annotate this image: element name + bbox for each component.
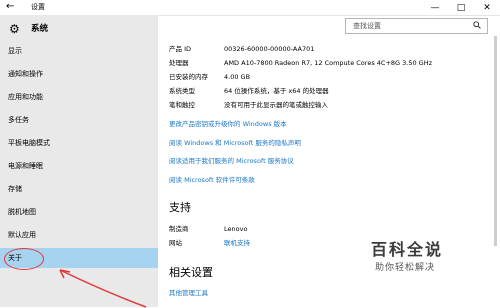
info-row-memory: 已安装的内存 4.00 GB [169, 73, 250, 82]
sidebar-item-multitasking[interactable]: 多任务 [0, 110, 158, 130]
info-value: 64 位操作系统，基于 x64 的处理器 [224, 87, 329, 95]
sidebar-item-label: 脱机地图 [8, 208, 36, 216]
title-bar: ← 设置 — □ ✕ [0, 0, 500, 16]
link-license-terms[interactable]: 阅读 Microsoft 软件许可条款 [169, 176, 255, 185]
minimize-button[interactable]: — [422, 0, 448, 15]
about-content: 产品 ID 00326-60000-00000-AA701 处理器 AMD A10-… [158, 35, 500, 307]
back-arrow-icon[interactable]: ← [6, 1, 14, 13]
sidebar-item-label: 应用和功能 [8, 93, 43, 101]
window-title: 设置 [31, 3, 45, 11]
search-placeholder: 查找设置 [353, 22, 381, 30]
info-label: 笔和触控 [169, 101, 195, 109]
sidebar-item-power-sleep[interactable]: 电源和睡眠 [0, 156, 158, 176]
info-label: 已安装的内存 [169, 73, 208, 81]
sidebar-title: 系统 [31, 24, 49, 34]
sidebar-item-label: 存储 [8, 185, 22, 193]
info-row-product-id: 产品 ID 00326-60000-00000-AA701 [169, 45, 314, 54]
window-controls: — □ ✕ [422, 0, 500, 15]
support-label: 制造商 [169, 225, 189, 233]
sidebar-item-label: 默认应用 [8, 231, 36, 239]
sidebar-item-tablet-mode[interactable]: 平板电脑模式 [0, 133, 158, 153]
support-link-online[interactable]: 联机支持 [224, 239, 250, 247]
link-change-product-key[interactable]: 更改产品密钥或升级你的 Windows 版本 [169, 120, 287, 129]
sidebar-item-default-apps[interactable]: 默认应用 [0, 225, 158, 245]
info-label: 处理器 [169, 59, 189, 67]
gear-icon: ⚙ [9, 22, 20, 36]
support-heading: 支持 [169, 201, 191, 214]
sidebar-item-label: 显示 [8, 47, 22, 55]
link-services-agreement[interactable]: 阅读适用于我们服务的 Microsoft 服务协议 [169, 157, 294, 166]
close-button[interactable]: ✕ [474, 0, 500, 15]
sidebar-item-notifications[interactable]: 通知和操作 [0, 64, 158, 84]
sidebar-item-display[interactable]: 显示 [0, 41, 158, 61]
sidebar-item-label: 平板电脑模式 [8, 139, 50, 147]
annotation-arrow-icon [59, 269, 147, 308]
search-input[interactable]: 查找设置 [345, 18, 488, 34]
link-admin-tools[interactable]: 其他管理工具 [169, 289, 208, 298]
watermark-logo: 百科全说 [371, 240, 444, 259]
search-icon [473, 21, 481, 29]
info-value: 4.00 GB [224, 73, 251, 81]
support-row-website: 网站 联机支持 [169, 239, 250, 248]
maximize-button[interactable]: □ [448, 0, 474, 15]
support-row-manufacturer: 制造商 Lenovo [169, 225, 247, 234]
info-value: AMD A10-7800 Radeon R7, 12 Compute Cores… [224, 59, 432, 67]
sidebar-item-storage[interactable]: 存储 [0, 179, 158, 199]
info-row-processor: 处理器 AMD A10-7800 Radeon R7, 12 Compute Co… [169, 59, 432, 68]
support-label: 网站 [169, 239, 182, 247]
info-row-pen-touch: 笔和触控 没有可用于此显示器的笔或触控输入 [169, 101, 328, 110]
related-settings-heading: 相关设置 [169, 266, 213, 279]
sidebar-item-offline-maps[interactable]: 脱机地图 [0, 202, 158, 222]
sidebar-item-label: 通知和操作 [8, 70, 43, 78]
info-row-system-type: 系统类型 64 位操作系统，基于 x64 的处理器 [169, 87, 329, 96]
sidebar-item-label: 电源和睡眠 [8, 162, 43, 170]
annotation-circle [4, 248, 44, 270]
info-value: 没有可用于此显示器的笔或触控输入 [224, 101, 328, 109]
info-value: 00326-60000-00000-AA701 [224, 45, 315, 53]
link-privacy-statement[interactable]: 阅读 Windows 和 Microsoft 服务的隐私声明 [169, 139, 301, 148]
support-value: Lenovo [224, 225, 248, 233]
sidebar-item-label: 多任务 [8, 116, 29, 124]
info-label: 系统类型 [169, 87, 195, 95]
scrollbar[interactable] [494, 36, 497, 246]
watermark-tagline: 助你轻松解决 [375, 263, 436, 273]
sidebar-item-apps[interactable]: 应用和功能 [0, 87, 158, 107]
info-label: 产品 ID [169, 45, 191, 53]
